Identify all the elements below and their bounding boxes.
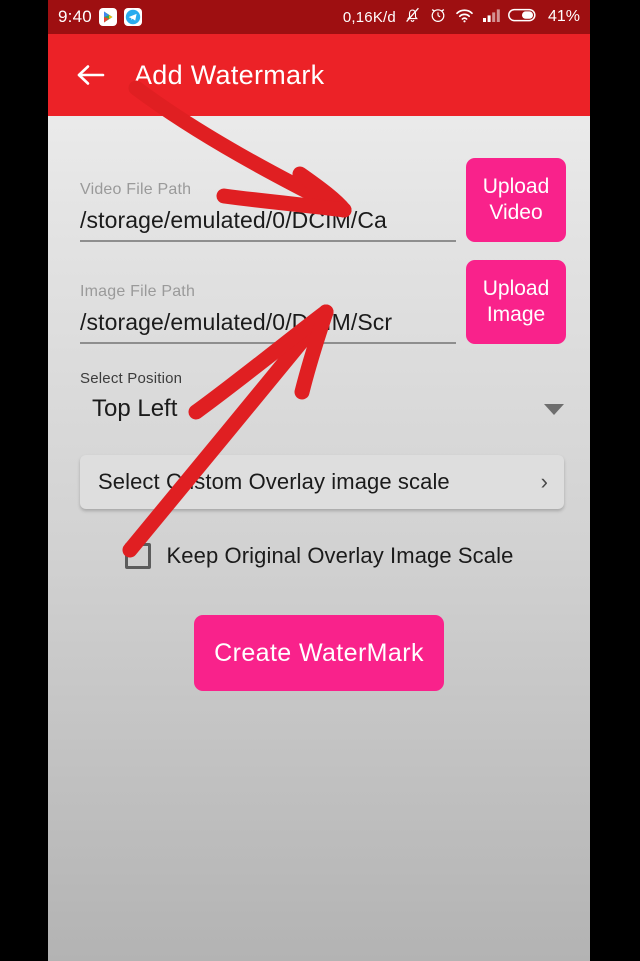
alarm-clock-icon	[429, 6, 447, 29]
upload-image-line1: Upload	[482, 276, 550, 300]
wifi-icon	[455, 7, 474, 28]
status-bar-right: 0,16K/d 41%	[343, 6, 580, 29]
form-container: Video File Path /storage/emulated/0/DCIM…	[48, 116, 590, 691]
select-position-value: Top Left	[92, 395, 178, 422]
upload-image-line2: Image	[486, 303, 546, 326]
keep-original-scale-label: Keep Original Overlay Image Scale	[166, 543, 514, 568]
battery-percent-label: 41%	[547, 8, 580, 25]
image-file-path-field[interactable]: Image File Path /storage/emulated/0/DCIM…	[48, 283, 466, 344]
cellular-signal-icon	[482, 7, 500, 28]
select-position-dropdown[interactable]: Top Left	[80, 395, 564, 423]
video-file-path-row: Video File Path /storage/emulated/0/DCIM…	[48, 158, 590, 242]
upload-video-line1: Upload	[482, 174, 550, 198]
keep-original-scale-checkbox[interactable]	[124, 543, 151, 569]
video-file-path-field[interactable]: Video File Path /storage/emulated/0/DCIM…	[48, 181, 466, 242]
video-file-path-label: Video File Path	[80, 181, 192, 198]
create-watermark-row: Create WaterMark	[48, 615, 590, 691]
telegram-icon	[123, 8, 142, 26]
battery-icon	[508, 7, 538, 28]
play-store-icon	[98, 8, 117, 26]
phone-content-area: 9:40 0,16K/d 41% Add Watermark Video Fil…	[48, 0, 590, 961]
notifications-muted-icon	[404, 6, 421, 29]
chevron-right-icon: ›	[540, 469, 548, 494]
status-bar: 9:40 0,16K/d 41%	[48, 0, 590, 34]
app-bar: Add Watermark	[48, 34, 590, 116]
image-field-underline	[80, 342, 456, 344]
status-bar-left: 9:40	[58, 7, 142, 27]
video-file-path-value: /storage/emulated/0/DCIM/Ca	[80, 207, 387, 233]
select-overlay-scale-row[interactable]: Select Custom Overlay image scale ›	[80, 455, 564, 509]
image-file-path-row: Image File Path /storage/emulated/0/DCIM…	[48, 260, 590, 344]
select-overlay-scale-label: Select Custom Overlay image scale	[98, 469, 450, 494]
page-title: Add Watermark	[134, 59, 325, 90]
upload-video-button[interactable]: Upload Video	[466, 158, 566, 242]
status-bar-clock: 9:40	[58, 7, 92, 26]
keep-original-scale-row[interactable]: Keep Original Overlay Image Scale	[48, 543, 590, 569]
back-arrow-icon[interactable]	[74, 58, 108, 92]
data-rate-label: 0,16K/d	[342, 8, 396, 26]
select-position-label: Select Position	[80, 370, 183, 387]
image-file-path-value: /storage/emulated/0/DCIM/Scr	[80, 309, 393, 335]
create-watermark-button[interactable]: Create WaterMark	[194, 615, 444, 691]
select-position-block: Select Position Top Left	[48, 370, 590, 423]
chevron-down-icon	[544, 403, 564, 415]
phone-screenshot: 9:40 0,16K/d 41% Add Watermark Video Fil…	[0, 0, 640, 961]
upload-video-line2: Video	[489, 201, 543, 224]
image-file-path-label: Image File Path	[80, 283, 196, 300]
video-field-underline	[80, 240, 456, 242]
upload-image-button[interactable]: Upload Image	[466, 260, 566, 344]
